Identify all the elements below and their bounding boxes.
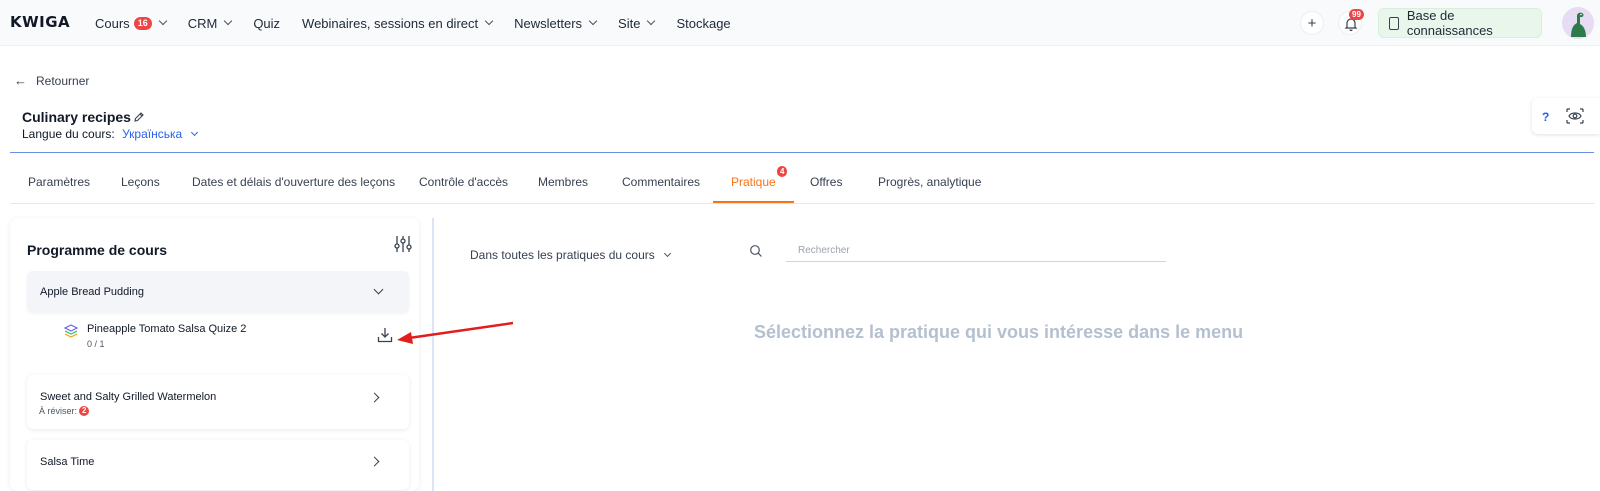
- main-nav: Cours 16 CRM Quiz Webinaires, sessions e…: [95, 0, 753, 46]
- dinosaur-avatar-icon: [1571, 12, 1586, 37]
- chevron-down-icon: [158, 16, 167, 26]
- course-title: Culinary recipes: [22, 109, 131, 125]
- section-name: Salsa Time: [40, 456, 95, 468]
- nav-item-label: Stockage: [676, 15, 731, 31]
- top-navbar: KWIGA Cours 16 CRM Quiz Webinaires, sess…: [0, 0, 1600, 46]
- knowledge-base-button[interactable]: Base de connaissances: [1378, 8, 1542, 38]
- arrow-left-icon: ←: [14, 73, 27, 88]
- chevron-right-icon: [369, 456, 380, 467]
- chevron-down-icon: [484, 16, 494, 26]
- nav-item-stockage[interactable]: Stockage: [676, 16, 730, 31]
- practice-filter-label: Dans toutes les pratiques du cours: [470, 248, 655, 262]
- tab-controle-acces[interactable]: Contrôle d'accès: [419, 160, 508, 203]
- plus-icon: +: [1307, 14, 1317, 32]
- tab-offres[interactable]: Offres: [810, 160, 842, 203]
- header-divider: [10, 152, 1594, 153]
- avatar[interactable]: [1562, 7, 1594, 39]
- lesson-name[interactable]: Pineapple Tomato Salsa Quize 2: [87, 323, 246, 335]
- panel-divider: [432, 218, 434, 491]
- nav-item-cours[interactable]: Cours 16: [95, 15, 167, 31]
- search-icon: [750, 245, 762, 257]
- chevron-down-icon: [224, 16, 233, 26]
- app-logo[interactable]: KWIGA: [10, 13, 70, 31]
- lesson-progress: 0 / 1: [87, 339, 105, 349]
- annotation-arrow: [397, 321, 514, 344]
- back-label: Retourner: [36, 73, 90, 88]
- chevron-right-icon: [369, 392, 380, 403]
- nav-count-badge: 16: [133, 16, 152, 30]
- tab-commentaires[interactable]: Commentaires: [622, 160, 700, 203]
- tab-progres[interactable]: Progrès, analytique: [878, 160, 981, 203]
- nav-item-newsletters[interactable]: Newsletters: [514, 15, 598, 31]
- help-button[interactable]: ?: [1542, 110, 1549, 124]
- tab-parametres[interactable]: Paramètres: [28, 160, 90, 203]
- nav-item-quiz[interactable]: Quiz: [253, 16, 280, 31]
- document-icon: [1389, 16, 1399, 30]
- tab-membres[interactable]: Membres: [538, 160, 588, 203]
- nav-item-label: Quiz: [253, 15, 281, 31]
- course-language: Langue du cours: Українська: [22, 127, 198, 141]
- chevron-down-icon: [663, 249, 671, 257]
- tab-dates[interactable]: Dates et délais d'ouverture des leçons: [192, 160, 395, 203]
- chevron-down-icon: [373, 284, 384, 295]
- download-icon[interactable]: [377, 327, 393, 343]
- search-input[interactable]: [786, 240, 1166, 262]
- section-name: Apple Bread Pudding: [40, 286, 144, 298]
- nav-item-site[interactable]: Site: [618, 15, 656, 31]
- language-select[interactable]: Українська: [122, 127, 198, 141]
- notifications-badge: 99: [1349, 9, 1364, 20]
- section-name: Sweet and Salty Grilled Watermelon: [40, 391, 217, 403]
- course-tabs: Paramètres Leçons Dates et délais d'ouve…: [10, 160, 1594, 204]
- add-button[interactable]: +: [1300, 11, 1324, 35]
- nav-item-webinaires[interactable]: Webinaires, sessions en direct: [302, 15, 494, 31]
- program-title: Programme de cours: [27, 242, 168, 258]
- chevron-down-icon: [647, 16, 656, 26]
- section-sweet-salty-watermelon[interactable]: Sweet and Salty Grilled Watermelon: [27, 375, 409, 429]
- pencil-icon[interactable]: [133, 111, 145, 123]
- tab-lecons[interactable]: Leçons: [121, 160, 160, 203]
- review-indicator: À réviser: 2: [39, 406, 90, 416]
- review-count-badge: 2: [79, 406, 90, 416]
- back-link[interactable]: ← Retourner: [14, 73, 89, 88]
- knowledge-base-label: Base de connaissances: [1406, 8, 1493, 38]
- chevron-down-icon: [588, 16, 598, 26]
- review-label: À réviser:: [39, 406, 78, 416]
- language-label: Langue du cours:: [22, 127, 115, 141]
- chevron-down-icon: [190, 128, 198, 137]
- nav-item-crm[interactable]: CRM: [187, 15, 233, 31]
- nav-item-label: Site: [618, 15, 641, 31]
- nav-item-label: Cours: [95, 15, 130, 31]
- nav-item-label: CRM: [187, 15, 218, 31]
- nav-item-label: Webinaires, sessions en direct: [302, 15, 479, 31]
- empty-state-message: Sélectionnez la pratique qui vous intére…: [754, 322, 1244, 342]
- language-value: Українська: [122, 127, 183, 141]
- section-salsa-time[interactable]: Salsa Time: [27, 440, 409, 490]
- nav-item-label: Newsletters: [514, 15, 583, 31]
- practice-filter-select[interactable]: Dans toutes les pratiques du cours: [470, 248, 671, 262]
- section-apple-bread-pudding[interactable]: Apple Bread Pudding: [27, 271, 409, 313]
- preview-eye-icon[interactable]: [1566, 108, 1584, 124]
- filter-sliders-icon[interactable]: [394, 235, 412, 253]
- layers-icon: [63, 324, 79, 338]
